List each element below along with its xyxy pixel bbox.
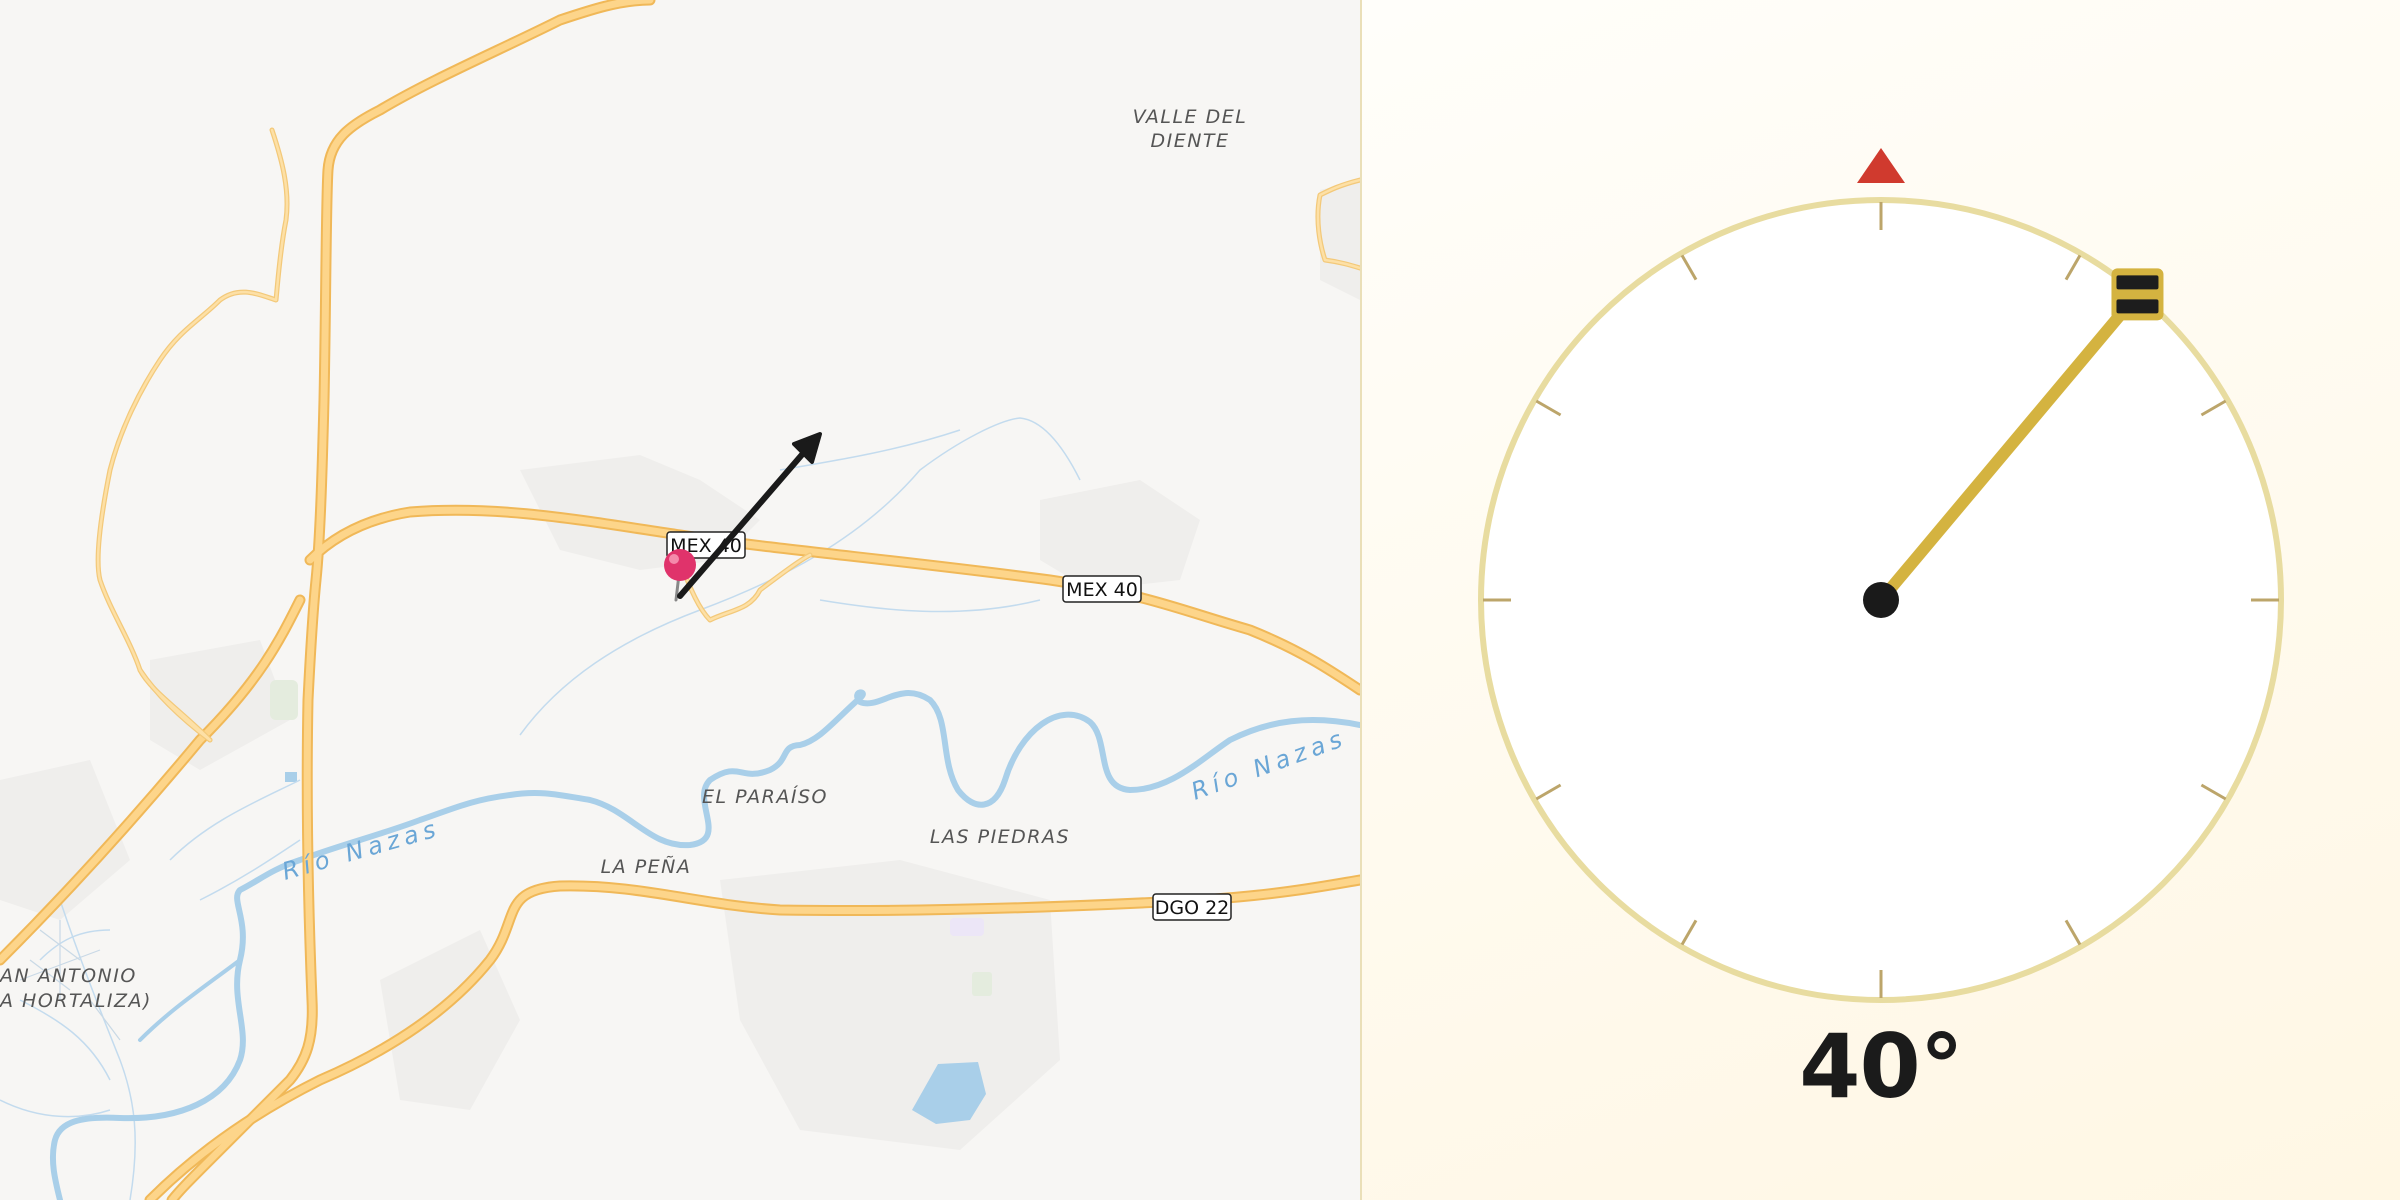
place-label-la-pena: LA PEÑA — [601, 855, 692, 878]
place-label-san-antonio-2: A HORTALIZA) — [0, 990, 152, 1012]
place-label-san-antonio-1: AN ANTONIO — [0, 965, 137, 987]
minor-roads-casing — [95, 127, 1360, 743]
north-triangle-icon — [1857, 148, 1905, 183]
place-label-las-piedras: LAS PIEDRAS — [930, 826, 1070, 848]
place-label-valle-del-diente-1: VALLE DEL — [1133, 106, 1248, 128]
road-shield-dgo22: DGO 22 — [1152, 893, 1232, 921]
river-label-east: Río Nazas — [1187, 724, 1350, 806]
heading-readout: 40° — [1799, 1015, 1963, 1118]
needle-handle-icon[interactable] — [2111, 268, 2164, 321]
map-canvas[interactable]: Río Nazas Río Nazas VALLE DEL DIENTE EL … — [0, 0, 1360, 1200]
needle-pivot — [1863, 582, 1899, 618]
purple-patch — [950, 918, 984, 936]
svg-text:MEX 40: MEX 40 — [1066, 579, 1138, 601]
place-label-valle-del-diente-2: DIENTE — [1150, 130, 1229, 152]
svg-text:DGO 22: DGO 22 — [1155, 897, 1230, 919]
roads — [0, 0, 1360, 1200]
compass-panel: 40° — [1362, 0, 2400, 1200]
map-view[interactable]: Río Nazas Río Nazas VALLE DEL DIENTE EL … — [0, 0, 1360, 1200]
urban-areas — [0, 180, 1360, 1150]
place-label-el-paraiso: EL PARAÍSO — [702, 785, 828, 808]
road-shield-mex40-east: MEX 40 — [1062, 575, 1142, 603]
small-pond — [285, 772, 297, 782]
